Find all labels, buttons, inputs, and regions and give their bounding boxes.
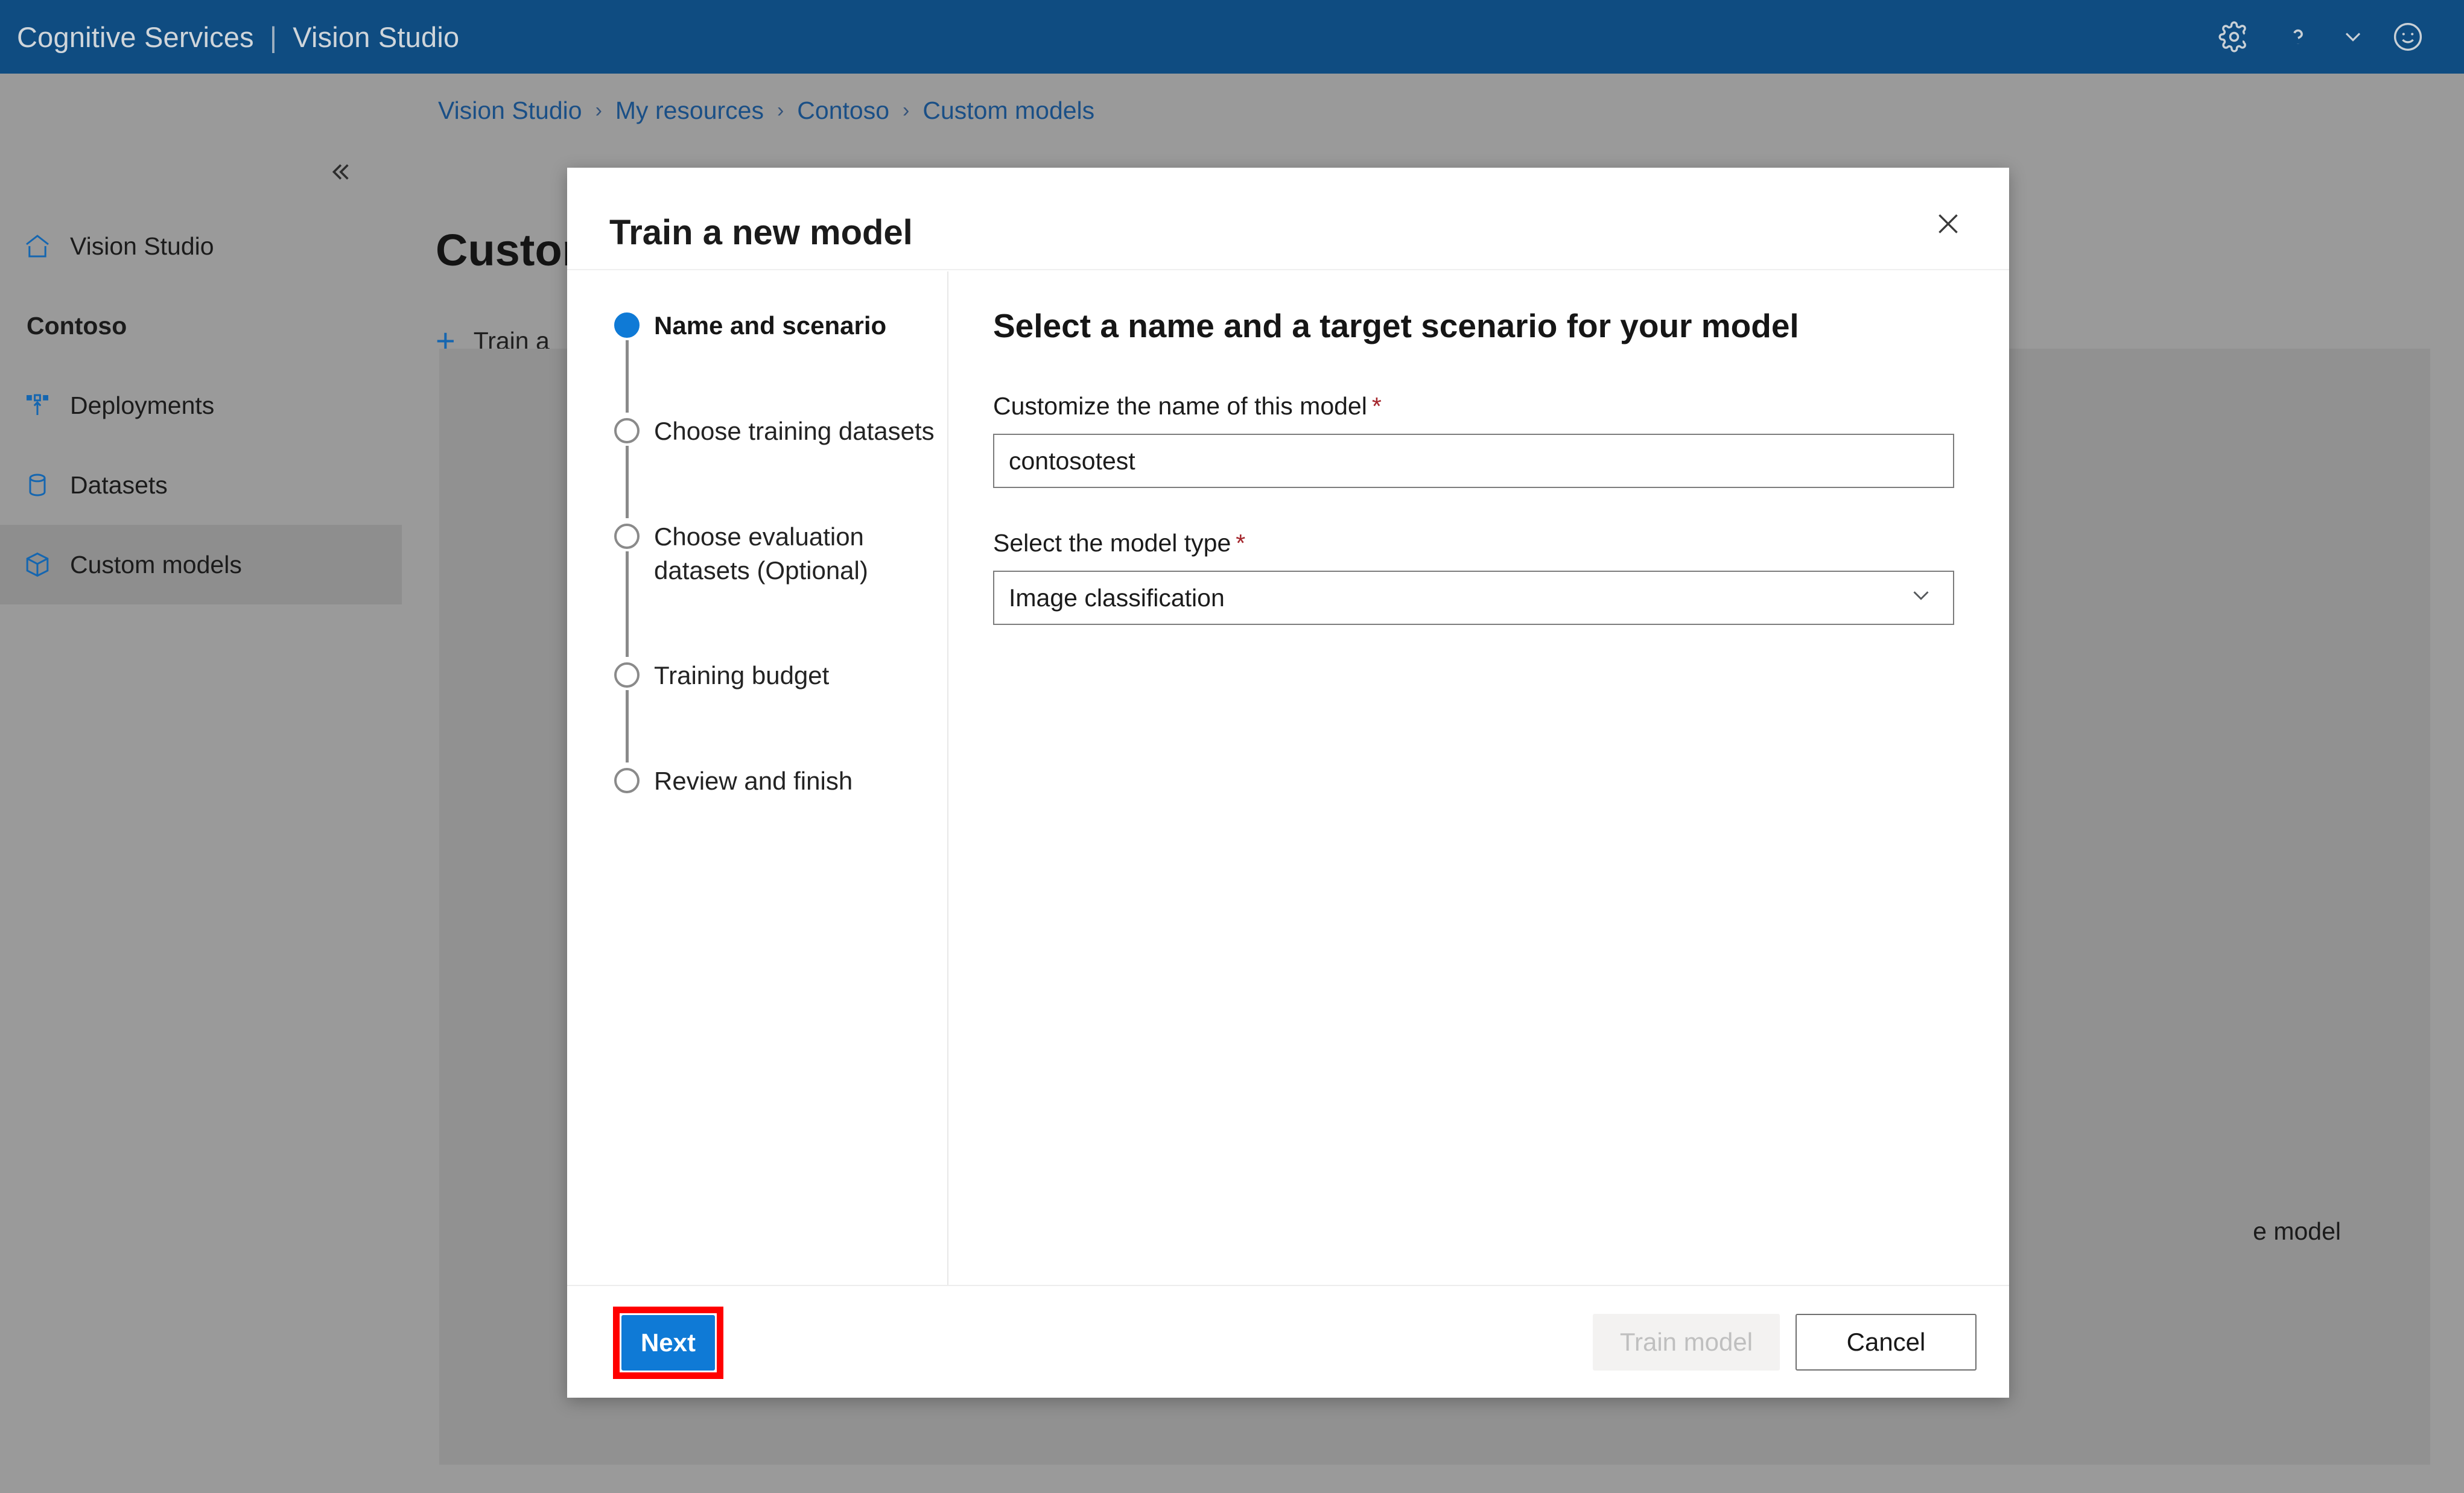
sidebar-item-vision-studio[interactable]: Vision Studio (0, 206, 402, 286)
database-icon (23, 471, 70, 499)
dialog-header: Train a new model (567, 168, 2009, 270)
breadcrumb-item-contoso[interactable]: Contoso (797, 97, 889, 125)
breadcrumb-item-my-resources[interactable]: My resources (615, 97, 764, 125)
gear-icon[interactable] (2202, 0, 2266, 74)
wizard-steps: Name and scenario Choose training datase… (567, 271, 948, 1285)
brand-primary: Cognitive Services (17, 21, 254, 53)
step-connector-line (626, 340, 629, 413)
step-connector-line (626, 690, 629, 762)
sidebar-item-label: Custom models (70, 550, 242, 578)
next-button[interactable]: Next (621, 1315, 715, 1371)
brand-secondary: Vision Studio (293, 21, 460, 53)
sidebar-item-label: Deployments (70, 391, 215, 419)
chevron-down-icon[interactable] (2330, 0, 2376, 74)
model-type-label: Select the model type * (993, 529, 2009, 557)
breadcrumb-separator: › (903, 99, 910, 122)
model-name-value: contosotest (1009, 446, 1135, 475)
wizard-form-pane: Select a name and a target scenario for … (948, 271, 2009, 1285)
form-heading: Select a name and a target scenario for … (993, 307, 1799, 344)
breadcrumb: Vision Studio › My resources › Contoso ›… (438, 97, 1094, 125)
step-marker-empty-icon (614, 418, 640, 443)
step-label: Name and scenario (654, 311, 887, 340)
step-label: Choose evaluation datasets (Optional) (654, 522, 868, 585)
home-icon (23, 232, 70, 261)
required-asterisk: * (1236, 529, 1246, 557)
breadcrumb-item-custom-models[interactable]: Custom models (922, 97, 1094, 125)
step-connector-line (626, 551, 629, 657)
sidebar-item-label: Datasets (70, 471, 168, 499)
step-connector-line (626, 446, 629, 518)
train-new-model-dialog: Train a new model Name and scenario Choo… (567, 168, 2009, 1398)
chevron-down-icon (1907, 581, 1935, 615)
left-sidebar: Vision Studio Contoso Deployments Datase… (0, 74, 402, 1493)
top-header-bar: Cognitive Services | Vision Studio (0, 0, 2464, 74)
breadcrumb-separator: › (595, 99, 602, 122)
sidebar-nav: Vision Studio Contoso Deployments Datase… (0, 206, 402, 604)
question-icon[interactable] (2266, 0, 2330, 74)
sidebar-collapse-button[interactable] (319, 151, 361, 193)
model-name-label: Customize the name of this model * (993, 392, 2009, 420)
dialog-title: Train a new model (609, 213, 913, 252)
step-marker-filled-icon (614, 312, 640, 338)
step-training-budget[interactable]: Training budget (567, 659, 947, 764)
breadcrumb-item-vision-studio[interactable]: Vision Studio (438, 97, 582, 125)
dialog-body: Name and scenario Choose training datase… (567, 271, 2009, 1285)
model-type-value: Image classification (1009, 583, 1225, 612)
step-marker-empty-icon (614, 524, 640, 549)
model-name-input[interactable]: contosotest (993, 434, 1954, 488)
sidebar-item-deployments[interactable]: Deployments (0, 366, 402, 445)
step-marker-empty-icon (614, 768, 640, 793)
sidebar-item-label: Vision Studio (70, 232, 214, 260)
deployments-icon (23, 391, 70, 420)
step-choose-evaluation-datasets[interactable]: Choose evaluation datasets (Optional) (567, 520, 947, 659)
smiley-face-icon[interactable] (2376, 0, 2440, 74)
model-name-label-text: Customize the name of this model (993, 392, 1367, 420)
sidebar-item-datasets[interactable]: Datasets (0, 445, 402, 525)
model-type-label-text: Select the model type (993, 529, 1231, 557)
box-icon (23, 550, 70, 579)
card-partial-text: e model (2253, 1217, 2341, 1245)
dialog-footer: Next Train model Cancel (567, 1285, 2009, 1398)
breadcrumb-separator: › (776, 99, 784, 122)
cancel-button[interactable]: Cancel (1796, 1314, 1977, 1371)
step-label: Review and finish (654, 767, 853, 795)
step-choose-training-datasets[interactable]: Choose training datasets (567, 414, 947, 520)
model-type-select[interactable]: Image classification (993, 571, 1954, 625)
sidebar-group-title: Contoso (27, 311, 127, 340)
step-marker-empty-icon (614, 662, 640, 688)
app-root: Cognitive Services | Vision Studio Visio… (0, 0, 2464, 1493)
brand-title[interactable]: Cognitive Services | Vision Studio (17, 21, 459, 54)
close-icon[interactable] (1922, 198, 1974, 250)
required-asterisk: * (1371, 392, 1382, 420)
step-review-and-finish[interactable]: Review and finish (567, 764, 947, 870)
step-label: Training budget (654, 661, 830, 689)
step-name-and-scenario[interactable]: Name and scenario (567, 309, 947, 414)
brand-separator: | (269, 21, 278, 53)
header-actions (2202, 0, 2440, 74)
step-label: Choose training datasets (654, 417, 935, 445)
sidebar-item-custom-models[interactable]: Custom models (0, 525, 402, 604)
train-model-button[interactable]: Train model (1593, 1314, 1780, 1371)
